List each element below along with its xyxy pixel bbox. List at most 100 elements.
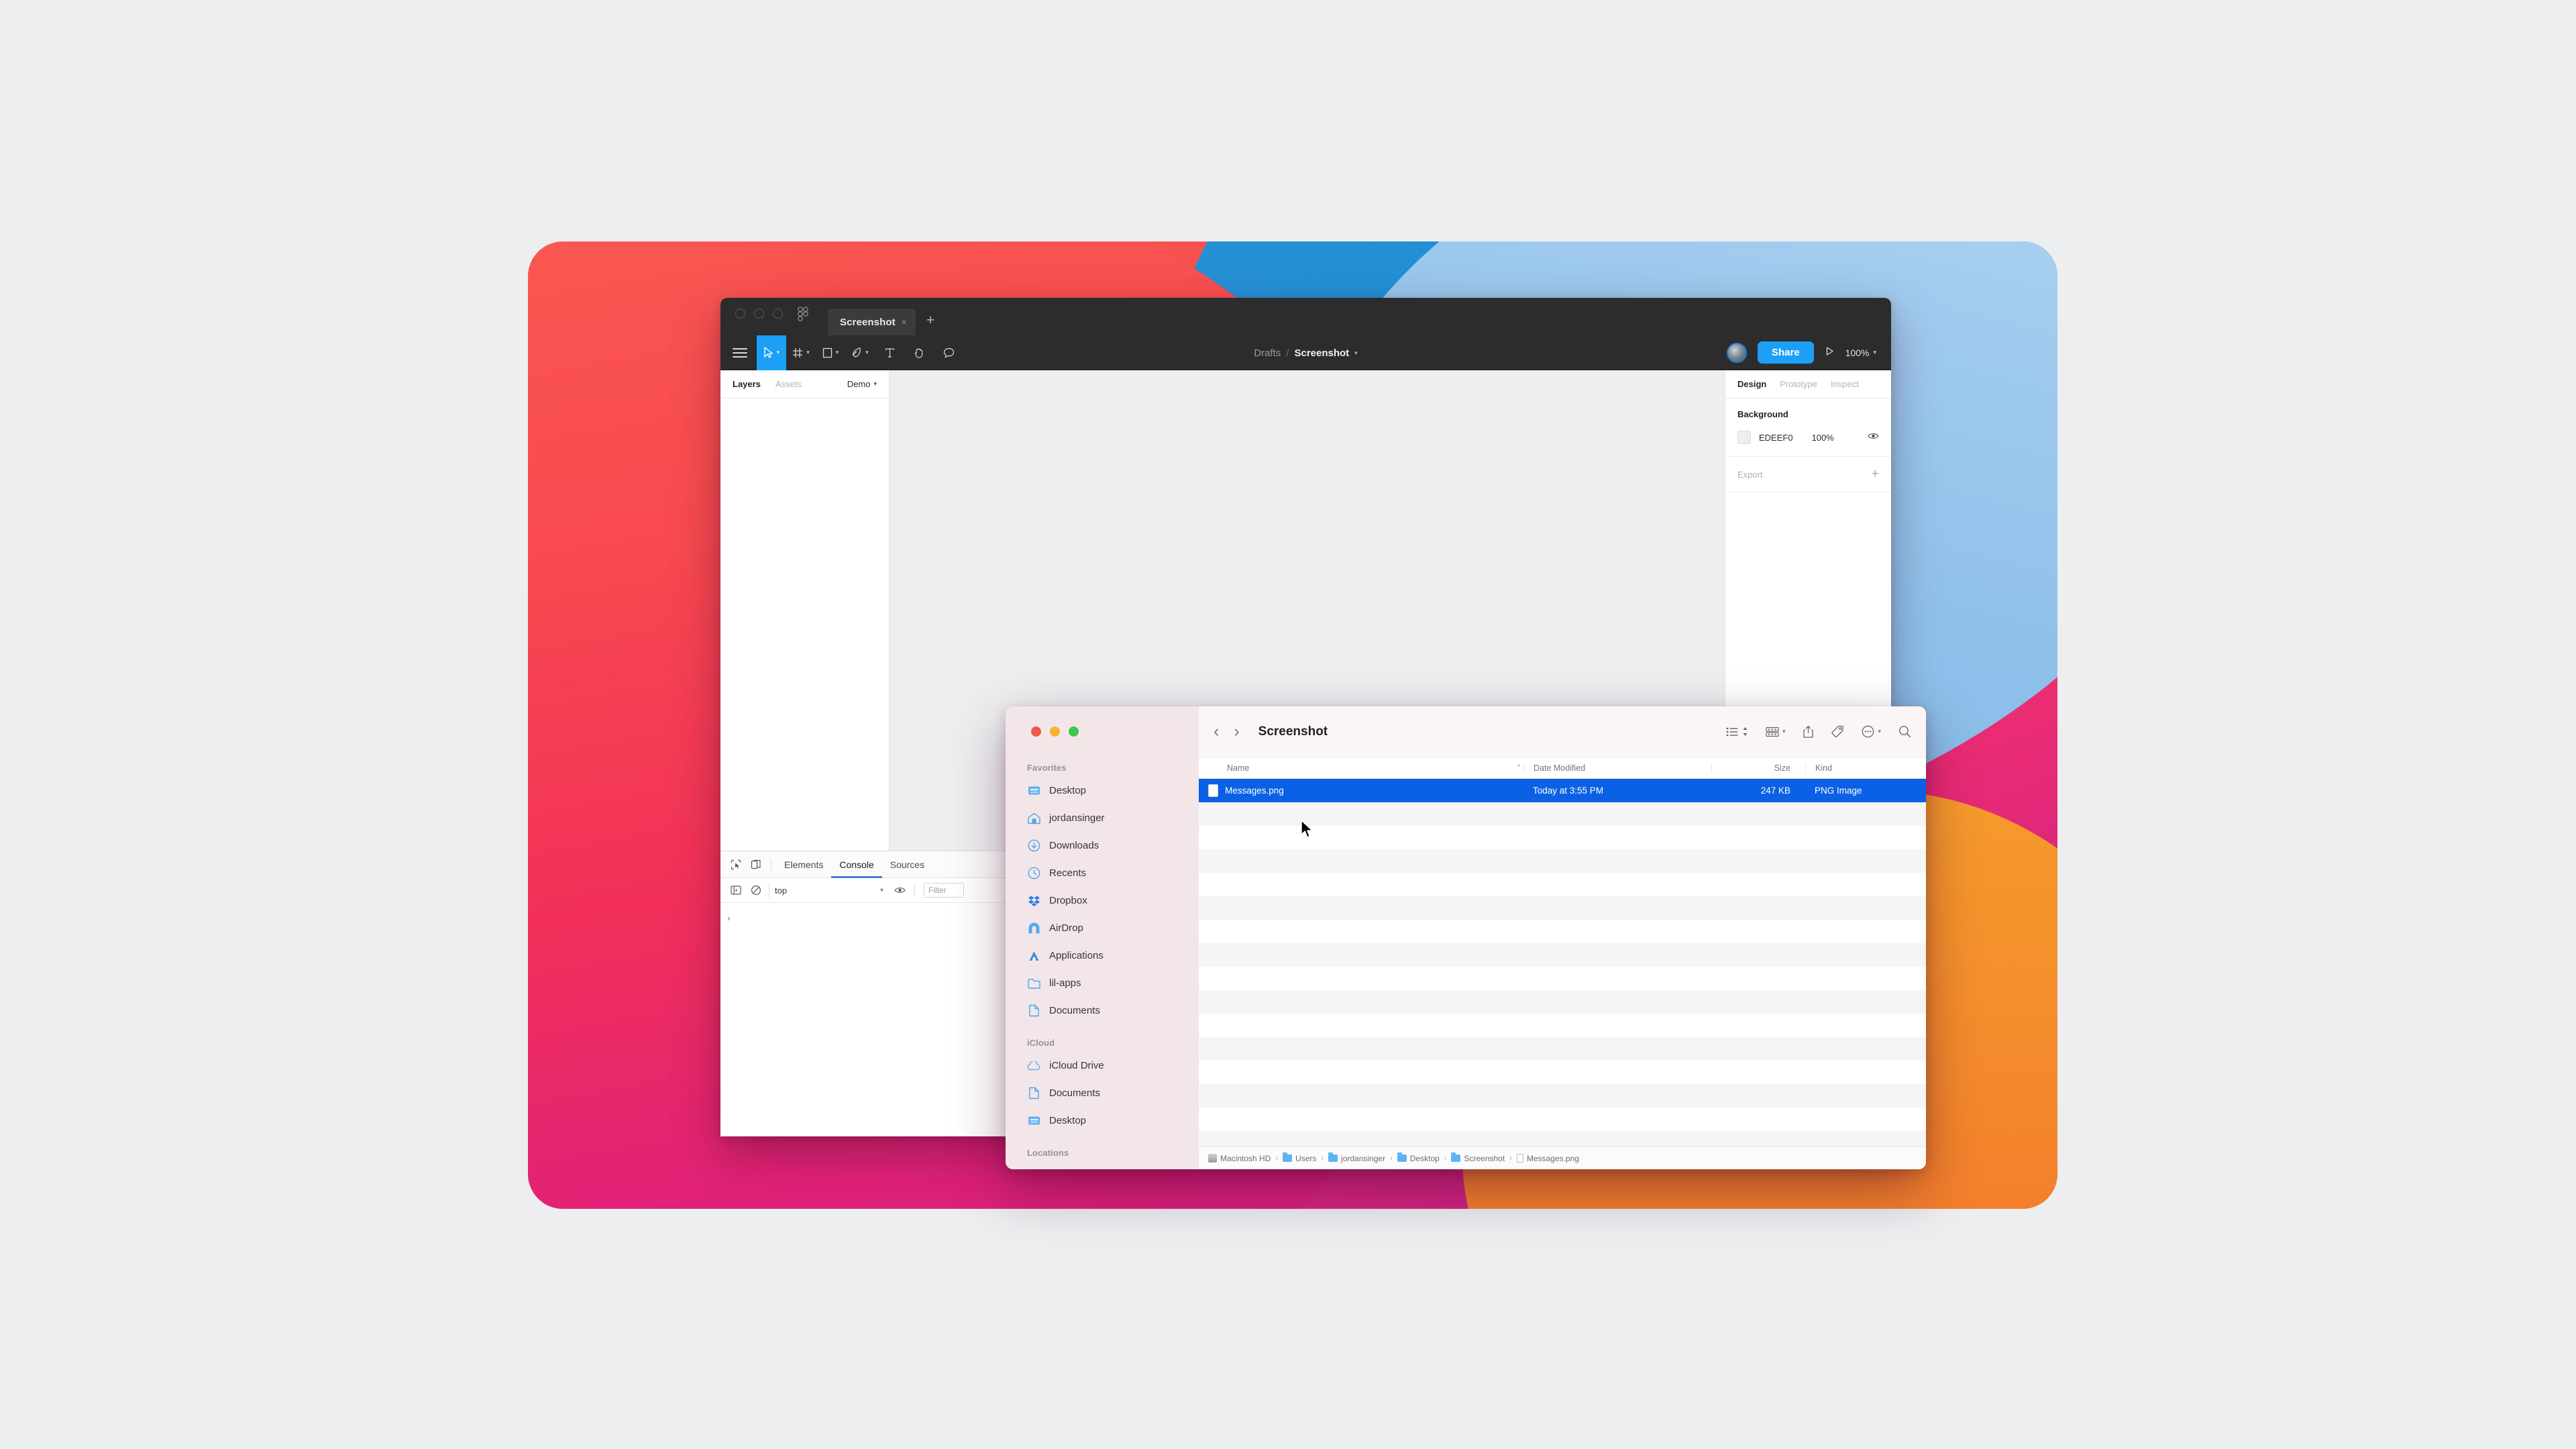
chevron-down-icon[interactable]: ▾ — [1878, 728, 1881, 735]
chevron-down-icon[interactable]: ▾ — [777, 349, 780, 356]
column-header-date-modified[interactable]: Date Modified — [1523, 763, 1711, 773]
comment-tool-button[interactable] — [934, 335, 963, 370]
tag-button[interactable] — [1831, 725, 1844, 738]
plus-icon[interactable]: + — [926, 313, 934, 329]
minimize-window-button[interactable] — [1050, 727, 1060, 737]
table-row[interactable] — [1199, 920, 1926, 943]
chevron-down-icon[interactable]: ▾ — [873, 380, 877, 388]
breadcrumb-file[interactable]: Screenshot — [1294, 347, 1349, 359]
pen-tool-button[interactable]: ▾ — [845, 335, 875, 370]
move-tool-button[interactable]: ▾ — [757, 335, 786, 370]
table-row[interactable] — [1199, 967, 1926, 990]
tab-prototype[interactable]: Prototype — [1780, 379, 1817, 389]
sidebar-item-recents[interactable]: Recents — [1006, 859, 1199, 887]
text-tool-button[interactable] — [875, 335, 904, 370]
table-row[interactable] — [1199, 849, 1926, 873]
avatar[interactable] — [1726, 342, 1747, 363]
frame-tool-button[interactable]: ▾ — [786, 335, 816, 370]
close-window-button[interactable] — [735, 309, 745, 319]
minimize-window-button[interactable] — [754, 309, 764, 319]
share-button[interactable] — [1803, 725, 1814, 738]
group-by-button[interactable]: ▾ — [1766, 727, 1786, 737]
page-selector[interactable]: Demo ▾ — [847, 379, 877, 389]
table-row[interactable] — [1199, 1084, 1926, 1108]
breadcrumb-project[interactable]: Drafts — [1254, 347, 1281, 359]
tab-assets[interactable]: Assets — [775, 379, 802, 389]
filter-input[interactable]: Filter — [924, 883, 964, 898]
search-button[interactable] — [1898, 725, 1911, 738]
table-row[interactable] — [1199, 1108, 1926, 1131]
sidebar-item-airdrop[interactable]: AirDrop — [1006, 914, 1199, 942]
sidebar-item-icloud-documents[interactable]: Documents — [1006, 1079, 1199, 1107]
sidebar-item-documents[interactable]: Documents — [1006, 997, 1199, 1024]
hand-tool-button[interactable] — [904, 335, 934, 370]
execution-context-selector[interactable]: top ▾ — [769, 882, 890, 898]
close-window-button[interactable] — [1031, 727, 1041, 737]
shape-tool-button[interactable]: ▾ — [816, 335, 845, 370]
path-item-users[interactable]: Users — [1283, 1152, 1316, 1163]
figma-logo-icon[interactable] — [796, 307, 810, 324]
chevron-down-icon[interactable]: ▾ — [1354, 350, 1358, 357]
table-row[interactable] — [1199, 1014, 1926, 1037]
tab-inspect[interactable]: Inspect — [1831, 379, 1859, 389]
background-opacity-value[interactable]: 100% — [1812, 433, 1834, 443]
chevron-down-icon[interactable]: ▾ — [836, 349, 839, 356]
present-button[interactable] — [1825, 346, 1835, 360]
tab-elements[interactable]: Elements — [776, 851, 831, 878]
chevron-down-icon[interactable]: ▾ — [806, 349, 810, 356]
tab-console[interactable]: Console — [831, 851, 881, 878]
maximize-window-button[interactable] — [773, 309, 783, 319]
maximize-window-button[interactable] — [1069, 727, 1079, 737]
console-output[interactable]: › — [720, 903, 1041, 934]
table-row[interactable] — [1199, 1131, 1926, 1146]
eye-icon[interactable] — [1868, 431, 1879, 443]
table-row[interactable]: Messages.png Today at 3:55 PM 247 KB PNG… — [1199, 779, 1926, 802]
sidebar-item-icloud-desktop[interactable]: Desktop — [1006, 1107, 1199, 1134]
device-toolbar-icon[interactable] — [746, 855, 766, 875]
color-swatch[interactable] — [1737, 431, 1751, 444]
table-row[interactable] — [1199, 943, 1926, 967]
add-export-button[interactable]: + — [1872, 467, 1879, 482]
table-row[interactable] — [1199, 1061, 1926, 1084]
inspect-element-icon[interactable] — [726, 855, 746, 875]
chevron-down-icon[interactable]: ▾ — [1782, 728, 1786, 735]
path-item-macintosh-hd[interactable]: Macintosh HD — [1208, 1154, 1271, 1163]
table-row[interactable] — [1199, 990, 1926, 1014]
column-header-size[interactable]: Size — [1711, 763, 1805, 773]
more-actions-button[interactable]: ▾ — [1862, 725, 1881, 738]
sidebar-item-jordansinger[interactable]: jordansinger — [1006, 804, 1199, 832]
tab-design[interactable]: Design — [1737, 379, 1766, 389]
sidebar-item-icloud-drive[interactable]: iCloud Drive — [1006, 1052, 1199, 1079]
path-item-desktop[interactable]: Desktop — [1397, 1152, 1440, 1163]
live-expression-eye-icon[interactable] — [890, 880, 910, 900]
path-item-messages-png[interactable]: Messages.png — [1516, 1154, 1579, 1163]
path-item-screenshot[interactable]: Screenshot — [1451, 1152, 1505, 1163]
table-row[interactable] — [1199, 896, 1926, 920]
sidebar-item-lil-apps[interactable]: lil-apps — [1006, 969, 1199, 997]
forward-button[interactable]: › — [1234, 722, 1239, 741]
close-icon[interactable]: × — [902, 317, 907, 327]
sidebar-item-downloads[interactable]: Downloads — [1006, 832, 1199, 859]
tab-sources[interactable]: Sources — [882, 851, 932, 878]
zoom-control[interactable]: 100% ▾ — [1845, 347, 1876, 358]
chevron-down-icon[interactable]: ▾ — [865, 349, 869, 356]
path-item-jordansinger[interactable]: jordansinger — [1328, 1152, 1385, 1163]
share-button[interactable]: Share — [1757, 341, 1814, 364]
column-header-kind[interactable]: Kind — [1805, 763, 1926, 773]
table-row[interactable] — [1199, 873, 1926, 896]
sidebar-item-desktop[interactable]: Desktop — [1006, 777, 1199, 804]
sidebar-item-dropbox[interactable]: Dropbox — [1006, 887, 1199, 914]
back-button[interactable]: ‹ — [1214, 722, 1219, 741]
chevron-down-icon[interactable]: ▾ — [880, 887, 883, 894]
hamburger-menu-icon[interactable] — [733, 347, 747, 358]
sidebar-item-applications[interactable]: Applications — [1006, 942, 1199, 969]
background-hex-value[interactable]: EDEEF0 — [1759, 433, 1793, 443]
figma-file-tab[interactable]: Screenshot × — [828, 309, 916, 335]
tab-layers[interactable]: Layers — [733, 379, 761, 389]
chevron-down-icon[interactable]: ▾ — [1873, 349, 1876, 356]
clear-console-icon[interactable] — [746, 880, 766, 900]
table-row[interactable] — [1199, 1037, 1926, 1061]
column-header-name[interactable]: Name — [1199, 763, 1514, 773]
view-list-button[interactable] — [1726, 727, 1748, 737]
console-sidebar-icon[interactable] — [726, 880, 746, 900]
